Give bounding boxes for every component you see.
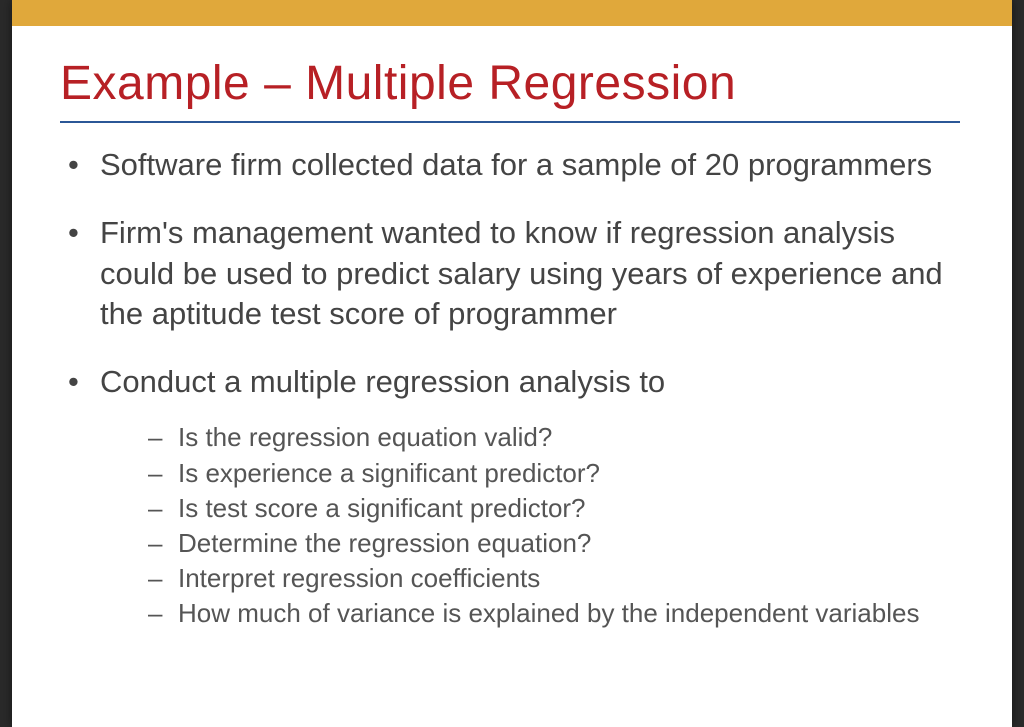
list-item: How much of variance is explained by the… [148,596,964,631]
bullet-text: Firm's management wanted to know if regr… [100,215,943,331]
list-item: Is the regression equation valid? [148,420,964,455]
list-item: Is experience a significant predictor? [148,456,964,491]
sub-bullet-text: Is test score a significant predictor? [178,493,586,523]
sub-bullet-text: Is the regression equation valid? [178,422,552,452]
slide-content: Example – Multiple Regression Software f… [12,26,1012,631]
list-item: Conduct a multiple regression analysis t… [60,362,964,631]
sub-bullet-text: Determine the regression equation? [178,528,591,558]
list-item: Interpret regression coefficients [148,561,964,596]
list-item: Firm's management wanted to know if regr… [60,213,964,334]
title-underline [60,121,960,123]
bullet-text: Software firm collected data for a sampl… [100,147,932,182]
list-item: Determine the regression equation? [148,526,964,561]
bullet-text: Conduct a multiple regression analysis t… [100,364,665,399]
sub-bullet-text: Is experience a significant predictor? [178,458,600,488]
slide: Example – Multiple Regression Software f… [12,0,1012,727]
accent-bar [12,0,1012,26]
sub-bullet-text: Interpret regression coefficients [178,563,540,593]
sub-bullet-text: How much of variance is explained by the… [178,598,919,628]
sub-bullet-list: Is the regression equation valid? Is exp… [148,420,964,631]
list-item: Software firm collected data for a sampl… [60,145,964,185]
list-item: Is test score a significant predictor? [148,491,964,526]
bullet-list: Software firm collected data for a sampl… [60,145,964,631]
slide-title: Example – Multiple Regression [60,56,964,111]
